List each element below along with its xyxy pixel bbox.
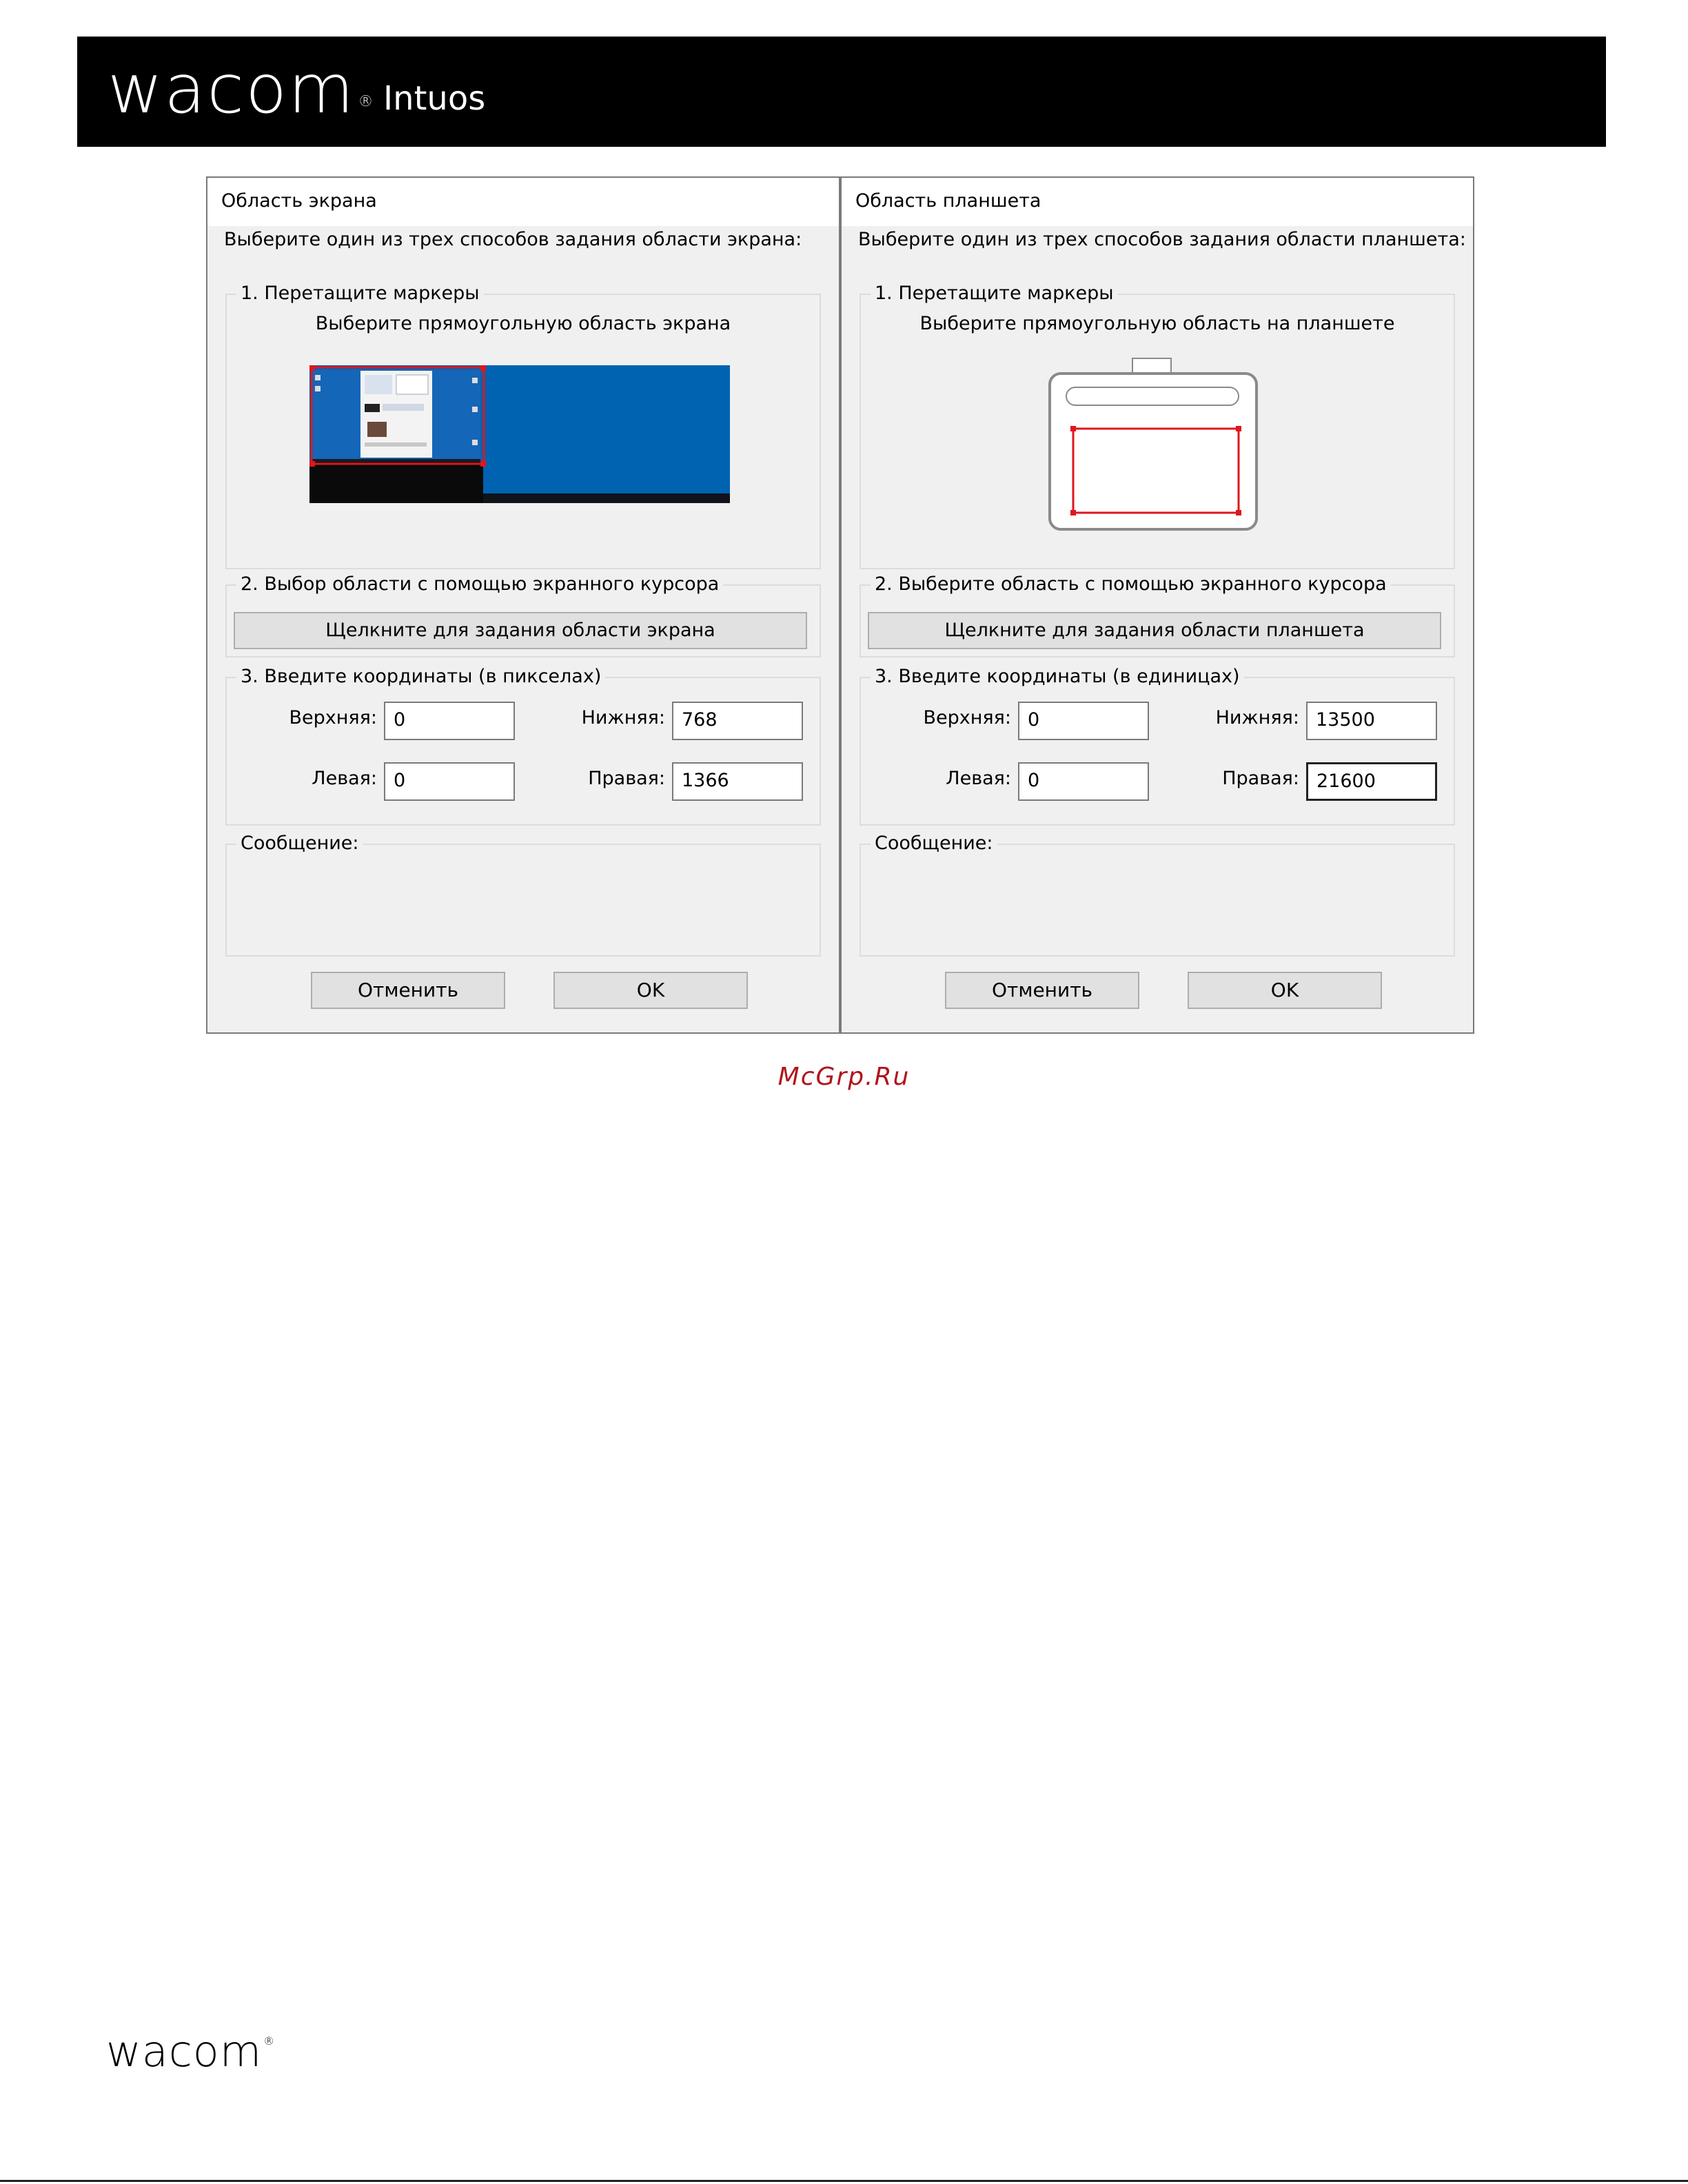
cancel-button[interactable]: Отменить (945, 972, 1139, 1009)
group-label: 2. Выбор области с помощью экранного кур… (236, 572, 724, 597)
bottom-field[interactable]: 768 (672, 702, 803, 740)
watermark-text: McGrp.Ru (777, 1063, 911, 1091)
page-bottom-rule (0, 2180, 1688, 2182)
top-label: Верхняя: (289, 707, 378, 728)
group-label: 3. Введите координаты (в единицах) (871, 664, 1244, 689)
cancel-button[interactable]: Отменить (311, 972, 505, 1009)
screen-area-dialog: Область экрана Выберите один из трех спо… (206, 176, 840, 1034)
screen-preview[interactable] (309, 365, 730, 503)
tablet-area-dialog: Область планшета Выберите один из трех с… (840, 176, 1474, 1034)
group-label: 3. Введите координаты (в пикселах) (236, 664, 606, 689)
bottom-label: Нижняя: (1215, 707, 1299, 728)
header-banner: wacom ® Intuos (77, 37, 1606, 147)
group-label: 2. Выберите область с помощью экранного … (871, 572, 1391, 597)
coordinates-group: 3. Введите координаты (в пикселах) Верхн… (225, 664, 821, 826)
tablet-preview[interactable] (1047, 357, 1261, 536)
left-label: Левая: (946, 768, 1011, 789)
dialog-title: Область планшета (855, 190, 1041, 212)
left-label: Левая: (312, 768, 377, 789)
group-subtitle: Выберите прямоугольную область экрана (315, 313, 731, 334)
dialog-titlebar: Область экрана (207, 178, 839, 226)
click-set-tablet-area-button[interactable]: Щелкните для задания области планшета (868, 612, 1441, 649)
top-field[interactable]: 0 (1018, 702, 1149, 740)
click-set-screen-area-button[interactable]: Щелкните для задания области экрана (234, 612, 807, 649)
right-label: Правая: (588, 768, 665, 789)
right-label: Правая: (1222, 768, 1299, 789)
coordinates-group: 3. Введите координаты (в единицах) Верхн… (860, 664, 1455, 826)
dialog-title: Область экрана (221, 190, 377, 212)
footer-wacom-logo: wacom ® (106, 2026, 276, 2076)
group-subtitle: Выберите прямоугольную область на планше… (919, 313, 1395, 334)
bottom-field[interactable]: 13500 (1306, 702, 1437, 740)
right-field[interactable]: 1366 (672, 762, 803, 801)
cursor-select-group: 2. Выбор области с помощью экранного кур… (225, 572, 821, 657)
message-group: Сообщение: (225, 831, 821, 957)
bottom-label: Нижняя: (581, 707, 665, 728)
message-label: Сообщение: (236, 831, 363, 856)
group-label: 1. Перетащите маркеры (236, 281, 484, 306)
instruction-text: Выберите один из трех способов задания о… (858, 229, 1466, 250)
wacom-logo: wacom ® (108, 50, 375, 129)
instruction-text: Выберите один из трех способов задания о… (224, 229, 802, 250)
right-field[interactable]: 21600 (1306, 762, 1437, 801)
group-label: 1. Перетащите маркеры (871, 281, 1118, 306)
message-group: Сообщение: (860, 831, 1455, 957)
left-field[interactable]: 0 (384, 762, 515, 801)
cursor-select-group: 2. Выберите область с помощью экранного … (860, 572, 1455, 657)
ok-button[interactable]: OK (553, 972, 748, 1009)
top-field[interactable]: 0 (384, 702, 515, 740)
dialog-titlebar: Область планшета (842, 178, 1473, 226)
message-label: Сообщение: (871, 831, 997, 856)
top-label: Верхняя: (923, 707, 1012, 728)
ok-button[interactable]: OK (1188, 972, 1382, 1009)
left-field[interactable]: 0 (1018, 762, 1149, 801)
product-name: Intuos (383, 79, 486, 118)
